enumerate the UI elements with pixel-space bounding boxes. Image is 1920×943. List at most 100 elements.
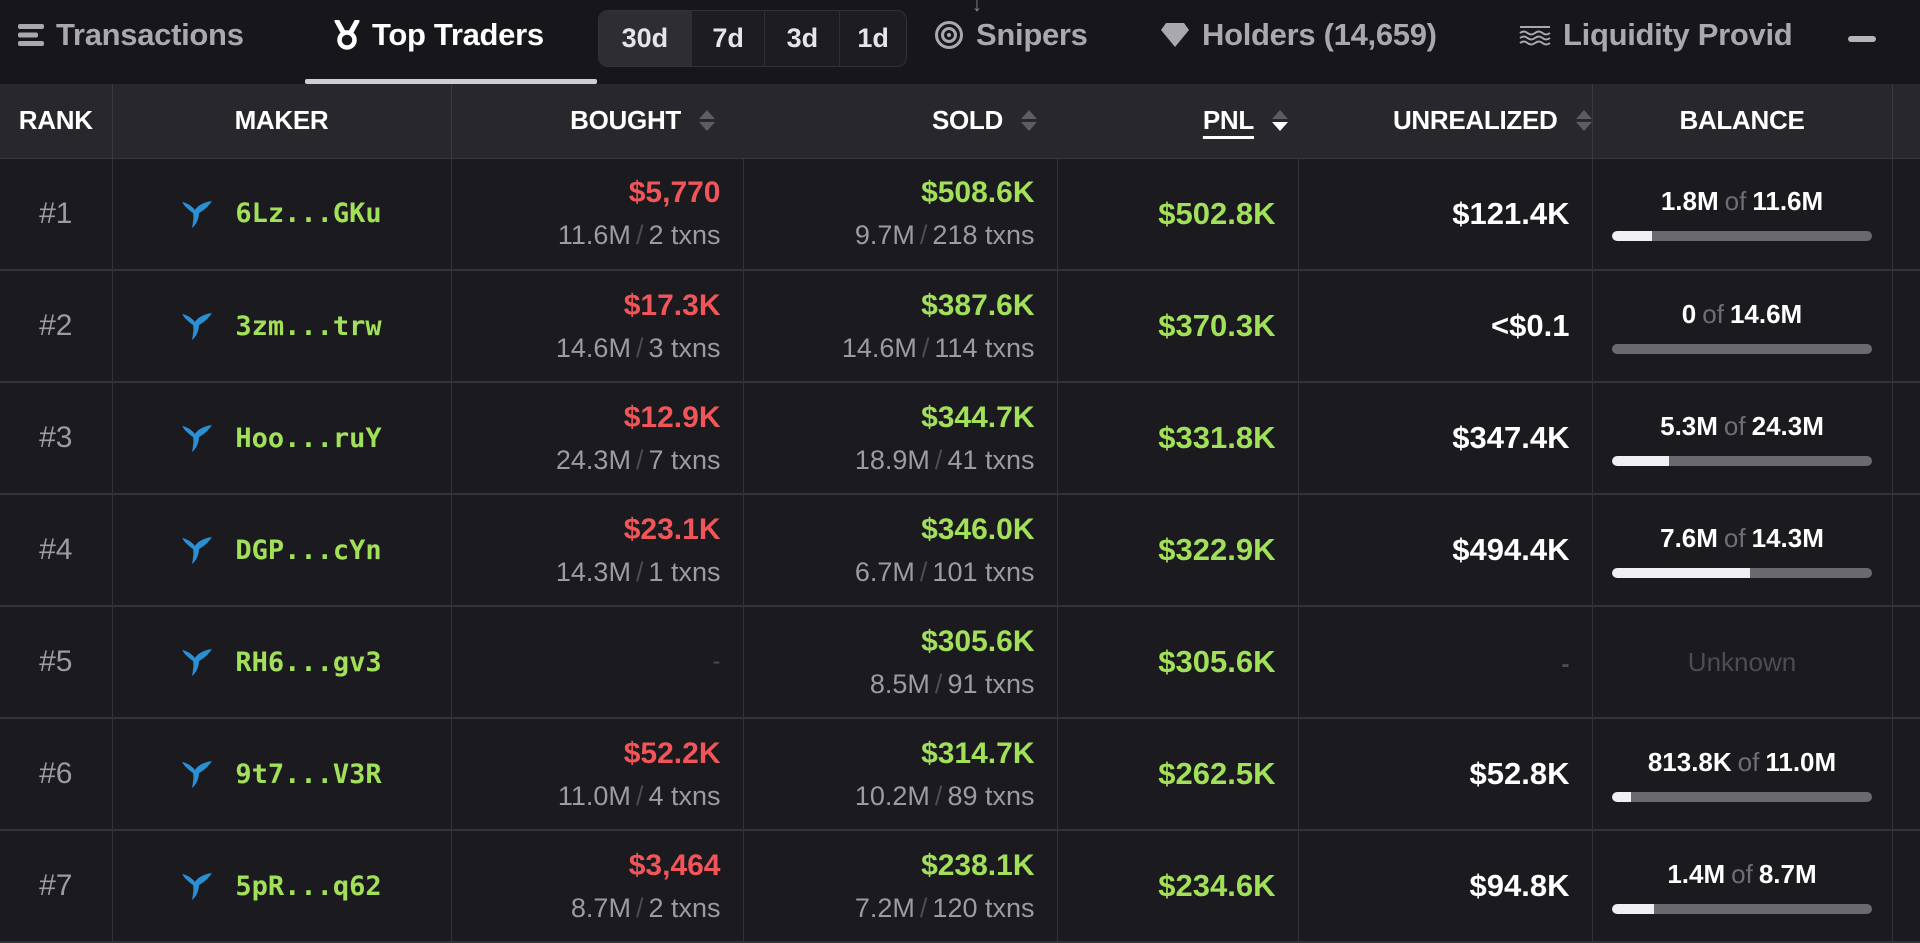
maker-address-link[interactable]: 6Lz...GKu (235, 198, 381, 229)
column-header-bought[interactable]: BOUGHT (450, 84, 743, 159)
pnl-value: $305.6K (1158, 644, 1276, 679)
balance-total: 11.0M (1765, 746, 1837, 777)
bought-empty: - (712, 648, 721, 675)
balance-total: 14.6M (1729, 298, 1803, 329)
balance-cell: 813.8K of 11.0M (1591, 718, 1892, 831)
pnl-value: $331.8K (1158, 420, 1276, 455)
balance-text: 0 of 14.6M (1593, 299, 1892, 330)
unrealized-cell: $347.4K (1297, 382, 1592, 495)
bought-cell: $52.2K 11.0M/4 txns (450, 718, 743, 831)
maker-address-link[interactable]: 5pR...q62 (235, 871, 381, 902)
balance-cell: 1.8M of 11.6M (1591, 158, 1892, 271)
sold-tokens: 9.7M (854, 220, 915, 251)
separator: / (934, 668, 943, 699)
table-row[interactable]: #2 3zm...trw $17.3K 14.6M/3 txns $387.6K 1… (0, 270, 1920, 383)
time-filter-1d[interactable]: 1d (839, 11, 906, 66)
maker-address-link[interactable]: DGP...cYn (235, 535, 381, 566)
maker-address-link[interactable]: 3zm...trw (235, 311, 381, 342)
sold-detail: 6.7M/101 txns (744, 557, 1035, 588)
column-header-pnl[interactable]: PNL (1057, 84, 1298, 159)
maker-cell: 6Lz...GKu (111, 158, 451, 271)
unrealized-value: $347.4K (1452, 420, 1570, 455)
separator: / (934, 444, 943, 475)
sold-tokens: 10.2M (854, 780, 930, 811)
time-filter-3d[interactable]: 3d (764, 11, 839, 66)
sold-cell: $346.0K 6.7M/101 txns (742, 494, 1057, 607)
sold-usd: $314.7K (921, 736, 1035, 770)
balance-progress-bar (1612, 791, 1872, 802)
sold-cell: $305.6K 8.5M/91 txns (742, 606, 1057, 719)
maker-cell: 3zm...trw (111, 270, 451, 383)
balance-progress-bar (1612, 231, 1872, 242)
maker-address-link[interactable]: RH6...gv3 (235, 647, 381, 678)
unrealized-empty: - (1561, 651, 1570, 678)
tab-transactions[interactable]: Transactions (18, 12, 244, 58)
sold-detail: 18.9M/41 txns (744, 445, 1035, 476)
bought-usd: $12.9K (623, 400, 721, 434)
tab-liquidity-providers[interactable]: Liquidity Provid (1519, 12, 1793, 58)
pnl-cell: $305.6K (1056, 606, 1298, 719)
sold-cell: $508.6K 9.7M/218 txns (742, 158, 1057, 271)
bought-usd: $52.2K (623, 736, 721, 770)
pnl-cell: $370.3K (1056, 270, 1298, 383)
sold-tokens: 7.2M (854, 892, 915, 923)
balance-progress-fill (1612, 791, 1632, 802)
table-row[interactable]: #1 6Lz...GKu $5,770 11.6M/2 txns $508.6K 9… (0, 158, 1920, 271)
balance-progress-bar (1612, 567, 1872, 578)
time-filter-30d[interactable]: 30d (599, 11, 691, 66)
tab-top-traders[interactable]: Top Traders (334, 12, 544, 58)
time-filter-7d[interactable]: 7d (690, 11, 765, 66)
table-row[interactable]: #3 Hoo...ruY $12.9K 24.3M/7 txns $344.7K 1… (0, 382, 1920, 495)
bought-tokens: 11.0M (557, 780, 631, 811)
balance-cell: 5.3M of 24.3M (1591, 382, 1892, 495)
pnl-cell: $331.8K (1056, 382, 1298, 495)
balance-text: 7.6M of 14.3M (1593, 523, 1892, 554)
balance-of-label: of (1737, 746, 1760, 777)
tab-holders[interactable]: Holders (14,659) (1160, 12, 1437, 58)
bought-cell: - (450, 606, 743, 719)
balance-of-label: of (1731, 858, 1753, 889)
table-row[interactable]: #7 5pR...q62 $3,464 8.7M/2 txns $238.1K 7.… (0, 830, 1920, 943)
table-row[interactable]: #4 DGP...cYn $23.1K 14.3M/1 txns $346.0K 6… (0, 494, 1920, 607)
rank-value: #7 (39, 869, 73, 902)
separator: / (635, 780, 644, 811)
maker-cell: RH6...gv3 (111, 606, 451, 719)
sort-icon[interactable] (699, 110, 715, 132)
balance-text: 1.8M of 11.6M (1593, 186, 1892, 217)
balance-cell: Unknown (1591, 606, 1892, 719)
bought-usd: $3,464 (628, 848, 721, 882)
pnl-value: $234.6K (1158, 868, 1276, 903)
maker-address-link[interactable]: 9t7...V3R (235, 759, 381, 790)
sold-txns: 91 txns (947, 668, 1035, 699)
maker-address-link[interactable]: Hoo...ruY (235, 423, 381, 454)
sort-icon[interactable] (1021, 110, 1037, 132)
sold-detail: 10.2M/89 txns (744, 781, 1035, 812)
extra-cell (1891, 494, 1920, 607)
balance-text: 813.8K of 11.0M (1593, 747, 1892, 778)
rank-value: #3 (39, 421, 73, 454)
sort-icon[interactable] (1575, 110, 1592, 132)
column-header-unrealized[interactable]: UNREALIZED (1298, 84, 1592, 159)
sold-txns: 41 txns (947, 444, 1035, 475)
unrealized-value: $121.4K (1452, 195, 1570, 231)
collapse-button[interactable] (1848, 36, 1876, 42)
balance-held: 1.4M (1667, 858, 1726, 889)
balance-held: 0 (1681, 298, 1697, 329)
bought-txns: 7 txns (648, 444, 721, 475)
rank-cell: #6 (0, 718, 112, 831)
unrealized-cell: $121.4K (1297, 158, 1592, 271)
balance-total: 8.7M (1758, 858, 1817, 889)
bought-detail: 14.6M/3 txns (452, 333, 721, 364)
bought-txns: 1 txns (648, 556, 721, 587)
tab-snipers[interactable]: Snipers (934, 12, 1088, 58)
table-row[interactable]: #5 RH6...gv3 - $305.6K 8.5M/91 txns $305.… (0, 606, 1920, 719)
balance-total: 14.3M (1751, 522, 1824, 553)
pnl-cell: $502.8K (1056, 158, 1298, 271)
separator: / (635, 220, 644, 251)
column-header-sold[interactable]: SOLD (743, 84, 1057, 159)
unrealized-value: <$0.1 (1491, 308, 1570, 343)
table-row[interactable]: #6 9t7...V3R $52.2K 11.0M/4 txns $314.7K 1… (0, 718, 1920, 831)
sold-txns: 89 txns (947, 780, 1035, 811)
pnl-value: $322.9K (1158, 532, 1276, 567)
sort-desc-icon[interactable] (1272, 110, 1288, 132)
